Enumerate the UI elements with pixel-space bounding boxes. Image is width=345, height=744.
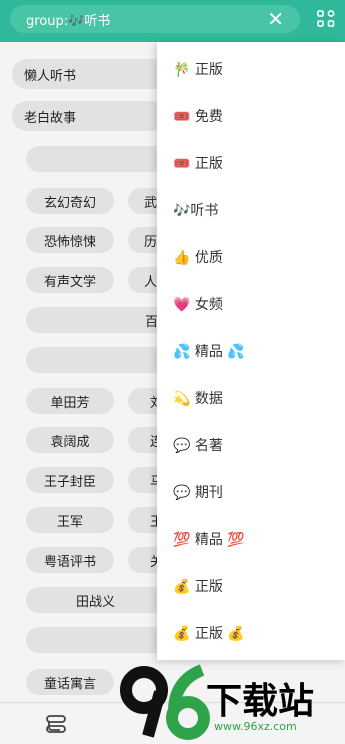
chip-tonghuayuyan[interactable]: 童话寓言 xyxy=(26,669,114,695)
menu-item-11[interactable]: 💯 精品 💯 xyxy=(157,516,345,562)
menu-item-4[interactable]: 🎶听书 xyxy=(157,187,345,233)
menu-item-1[interactable]: 🎋 正版 xyxy=(157,46,345,92)
menu-item-7[interactable]: 💦 精品 💦 xyxy=(157,328,345,374)
chip-yueyupingshu[interactable]: 粤语评书 xyxy=(26,547,114,573)
menu-item-8[interactable]: 💫 数据 xyxy=(157,375,345,421)
chip-wangjun[interactable]: 王军 xyxy=(26,507,114,533)
chip-yuankuocheng[interactable]: 袁阔成 xyxy=(26,427,114,453)
filter-icon[interactable] xyxy=(316,9,336,29)
layers-icon[interactable] xyxy=(45,713,67,735)
menu-item-2[interactable]: 🎟️ 免费 xyxy=(157,93,345,139)
chip-youshengwenxue[interactable]: 有声文学 xyxy=(26,267,114,293)
chip-wangzifengchen[interactable]: 王子封臣 xyxy=(26,467,114,493)
group-dropdown-menu: 🎋 正版 🎟️ 免费 🎟️ 正版 🎶听书 👍 优质 💗 女频 💦 精品 💦 💫 … xyxy=(157,42,345,660)
menu-item-6[interactable]: 💗 女频 xyxy=(157,281,345,327)
watermark-96-graphic xyxy=(120,664,210,740)
watermark-url: www.96xz.com xyxy=(214,720,297,733)
menu-item-9[interactable]: 💬 名著 xyxy=(157,422,345,468)
search-input[interactable]: group:🎶听书 ✕ xyxy=(10,5,300,33)
menu-item-12[interactable]: 💰 正版 xyxy=(157,563,345,609)
watermark-logo: 下载站 www.96xz.com xyxy=(118,660,345,744)
menu-item-3[interactable]: 🎟️ 正版 xyxy=(157,140,345,186)
chip-shantianfang[interactable]: 单田芳 xyxy=(26,388,114,414)
chip-kongbu[interactable]: 恐怖惊悚 xyxy=(26,227,114,253)
menu-item-13[interactable]: 💰 正版 💰 xyxy=(157,610,345,656)
close-icon[interactable]: ✕ xyxy=(267,9,284,29)
menu-item-5[interactable]: 👍 优质 xyxy=(157,234,345,280)
watermark-text: 下载站 xyxy=(206,681,315,722)
menu-item-10[interactable]: 💬 期刊 xyxy=(157,469,345,515)
search-text: group:🎶听书 xyxy=(26,13,111,29)
top-bar: group:🎶听书 ✕ xyxy=(0,0,345,42)
chip-xuanhuan[interactable]: 玄幻奇幻 xyxy=(26,188,114,214)
